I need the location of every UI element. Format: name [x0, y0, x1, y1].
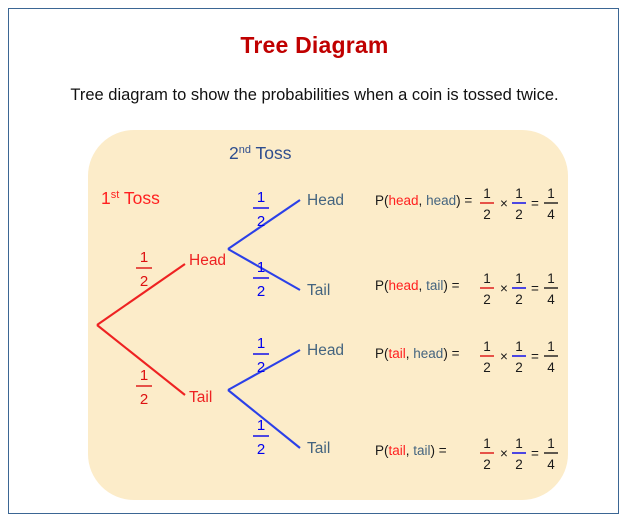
svg-text:4: 4: [547, 360, 555, 375]
svg-text:1: 1: [257, 189, 265, 206]
tree-diagram-page: Tree Diagram Tree diagram to show the pr…: [0, 0, 629, 524]
outcome-head-tail: P(head, tail) = 1 2 × 1 2 = 1 4: [375, 271, 558, 307]
svg-text:1: 1: [257, 259, 265, 276]
outcome-tail-tail: P(tail, tail) = 1 2 × 1 2 = 1 4: [375, 436, 558, 472]
branch-root-to-tail: [96, 324, 186, 396]
svg-text:=: =: [531, 349, 539, 364]
svg-text:=: =: [531, 446, 539, 461]
svg-text:1: 1: [515, 436, 523, 451]
svg-text:=: =: [531, 196, 539, 211]
svg-text:2: 2: [515, 360, 523, 375]
svg-text:2: 2: [515, 457, 523, 472]
svg-text:1: 1: [257, 417, 265, 434]
svg-text:P(tail, head) =: P(tail, head) =: [375, 346, 463, 361]
svg-text:2: 2: [257, 213, 265, 230]
svg-text:1: 1: [483, 436, 491, 451]
svg-text:P(head, tail) =: P(head, tail) =: [375, 278, 463, 293]
svg-text:4: 4: [547, 207, 555, 222]
outcome-head-head: P(head, head) = 1 2 × 1 2 = 1 4: [375, 186, 558, 222]
svg-text:1: 1: [257, 335, 265, 352]
prob-first-head: 1 2: [136, 249, 152, 290]
svg-text:1: 1: [483, 186, 491, 201]
svg-text:4: 4: [547, 292, 555, 307]
node-second-head-1: Head: [307, 192, 344, 209]
svg-text:×: ×: [500, 349, 508, 364]
node-first-tail: Tail: [189, 389, 212, 406]
svg-text:2: 2: [257, 283, 265, 300]
svg-text:2: 2: [257, 359, 265, 376]
svg-text:1: 1: [515, 271, 523, 286]
svg-text:1: 1: [483, 339, 491, 354]
svg-text:1: 1: [140, 367, 148, 384]
svg-text:×: ×: [500, 281, 508, 296]
svg-text:1: 1: [547, 186, 555, 201]
outcome-tail-head: P(tail, head) = 1 2 × 1 2 = 1 4: [375, 339, 558, 375]
svg-text:1: 1: [140, 249, 148, 266]
svg-text:=: =: [531, 281, 539, 296]
svg-text:2: 2: [483, 457, 491, 472]
svg-text:2: 2: [140, 391, 148, 408]
svg-text:2: 2: [515, 292, 523, 307]
tree-diagram-svg: 1st Toss 2nd Toss Head Tail 1 2 1 2 Head…: [96, 143, 558, 472]
stage1-heading: 1st Toss: [101, 188, 160, 208]
svg-text:1: 1: [547, 436, 555, 451]
node-second-tail-2: Tail: [307, 440, 330, 457]
svg-text:2: 2: [483, 207, 491, 222]
svg-text:P(tail, tail) =: P(tail, tail) =: [375, 443, 450, 458]
prob-second-tail-2: 1 2: [253, 417, 269, 458]
prob-first-tail: 1 2: [136, 367, 152, 408]
svg-text:×: ×: [500, 196, 508, 211]
stage2-heading: 2nd Toss: [229, 143, 292, 163]
svg-text:1: 1: [547, 339, 555, 354]
svg-text:2: 2: [515, 207, 523, 222]
svg-text:2: 2: [257, 441, 265, 458]
prob-second-head-2: 1 2: [253, 335, 269, 376]
node-first-head: Head: [189, 252, 226, 269]
svg-text:2: 2: [483, 292, 491, 307]
svg-text:2: 2: [483, 360, 491, 375]
svg-text:1: 1: [515, 186, 523, 201]
svg-text:×: ×: [500, 446, 508, 461]
svg-text:P(head, head) =: P(head, head) =: [375, 193, 476, 208]
svg-text:1: 1: [547, 271, 555, 286]
svg-text:1: 1: [483, 271, 491, 286]
svg-text:1: 1: [515, 339, 523, 354]
node-second-head-2: Head: [307, 342, 344, 359]
svg-text:4: 4: [547, 457, 555, 472]
node-second-tail-1: Tail: [307, 282, 330, 299]
svg-text:2: 2: [140, 273, 148, 290]
